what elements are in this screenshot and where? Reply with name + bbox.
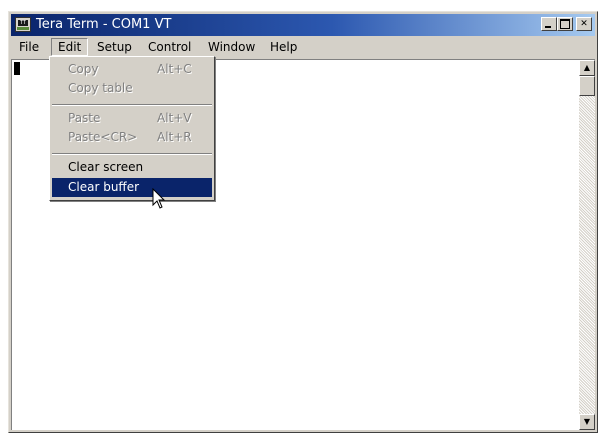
app-icon-text: TT bbox=[18, 20, 28, 26]
maximize-button[interactable] bbox=[557, 17, 573, 31]
menu-item-clear-screen[interactable]: Clear screen bbox=[52, 158, 212, 177]
menu-item-shortcut: Alt+R bbox=[157, 130, 192, 144]
scroll-up-button[interactable]: ▲ bbox=[579, 60, 595, 76]
menu-item-paste-cr[interactable]: Paste<CR> Alt+R bbox=[52, 128, 212, 147]
teraterm-app-icon[interactable]: TT bbox=[15, 17, 31, 32]
scroll-down-button[interactable]: ▼ bbox=[579, 414, 595, 430]
mouse-pointer-icon bbox=[152, 188, 166, 209]
menu-window[interactable]: Window bbox=[202, 38, 261, 56]
menu-file[interactable]: File bbox=[13, 38, 45, 56]
menu-bar: File Edit Setup Control Window Help bbox=[11, 37, 595, 57]
menu-item-label: Paste<CR> bbox=[68, 130, 138, 144]
text-cursor bbox=[14, 62, 20, 75]
menu-edit[interactable]: Edit bbox=[51, 38, 89, 56]
menu-item-label: Copy table bbox=[68, 81, 133, 95]
menu-item-label: Copy bbox=[68, 62, 99, 76]
close-button[interactable] bbox=[576, 17, 592, 31]
menu-item-label: Clear buffer bbox=[68, 180, 140, 194]
minimize-button[interactable] bbox=[541, 17, 557, 31]
menu-setup[interactable]: Setup bbox=[91, 38, 138, 56]
menu-control[interactable]: Control bbox=[142, 38, 197, 56]
edit-menu-dropdown: Copy Alt+C Copy table Paste Alt+V Paste<… bbox=[49, 56, 215, 201]
window-title: Tera Term - COM1 VT bbox=[36, 17, 172, 32]
menu-help[interactable]: Help bbox=[264, 38, 303, 56]
menu-item-label: Clear screen bbox=[68, 160, 144, 174]
menu-item-clear-buffer[interactable]: Clear buffer bbox=[52, 178, 212, 197]
menu-item-paste[interactable]: Paste Alt+V bbox=[52, 109, 212, 128]
menu-item-copy-table[interactable]: Copy table bbox=[52, 79, 212, 98]
menu-item-copy[interactable]: Copy Alt+C bbox=[52, 60, 212, 79]
menu-item-shortcut: Alt+V bbox=[157, 111, 192, 125]
menu-separator bbox=[52, 153, 212, 155]
vertical-scrollbar[interactable]: ▲ ▼ bbox=[579, 60, 595, 430]
menu-item-label: Paste bbox=[68, 111, 101, 125]
scroll-thumb[interactable] bbox=[579, 76, 595, 96]
menu-separator bbox=[52, 104, 212, 106]
title-bar[interactable]: TT Tera Term - COM1 VT bbox=[11, 14, 595, 36]
menu-item-shortcut: Alt+C bbox=[157, 62, 192, 76]
